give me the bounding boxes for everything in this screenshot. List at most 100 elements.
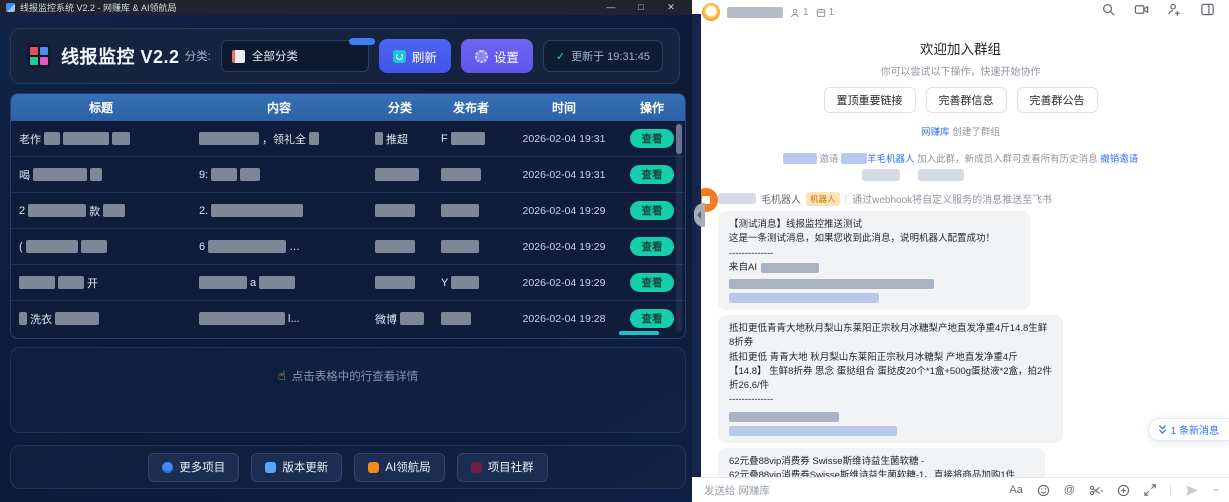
close-button[interactable]: ✕ bbox=[656, 0, 686, 15]
category-label: 分类: bbox=[185, 48, 211, 64]
bot-name-redacted bbox=[718, 193, 756, 204]
redacted-block bbox=[19, 276, 55, 289]
cell-category bbox=[367, 276, 433, 289]
redacted-block bbox=[441, 240, 479, 253]
emoji-icon[interactable] bbox=[1037, 484, 1050, 497]
font-style-icon[interactable]: Aa bbox=[1009, 484, 1022, 496]
view-button[interactable]: 查看 bbox=[630, 237, 674, 256]
maximize-button[interactable]: □ bbox=[626, 0, 656, 15]
send-options-caret[interactable] bbox=[1213, 489, 1219, 495]
more-panel-icon[interactable] bbox=[1200, 2, 1215, 17]
cell-content: ，领礼全 bbox=[191, 131, 367, 147]
creator-link[interactable]: 网赚库 bbox=[921, 127, 950, 138]
refresh-button[interactable]: 刷新 bbox=[379, 39, 451, 73]
cell-content: 2. bbox=[191, 204, 367, 217]
person-icon bbox=[790, 8, 800, 18]
column-action: 操作 bbox=[619, 99, 685, 116]
redacted-block bbox=[63, 132, 109, 145]
footer-button[interactable]: 版本更新 bbox=[251, 453, 342, 482]
message-list[interactable]: 欢迎加入群组 你可以尝试以下操作，快速开始协作 置顶重要链接 完善群信息 完善群… bbox=[692, 25, 1229, 477]
redacted-block bbox=[441, 168, 481, 181]
welcome-action-button[interactable]: 置顶重要链接 bbox=[824, 87, 916, 113]
footer-button[interactable]: 项目社群 bbox=[457, 453, 548, 482]
group-avatar[interactable] bbox=[702, 3, 720, 21]
table-row[interactable]: 开 a Y 2026-02-04 19:29 查看 bbox=[11, 264, 685, 300]
table-row[interactable]: 洗衣 l... 微博 2026-02-04 19:28 查看 bbox=[11, 300, 685, 336]
redacted-block bbox=[451, 132, 485, 145]
message-bubble[interactable]: 抵扣更低青青大地秋月梨山东莱阳正宗秋月冰糖梨产地直发净重4斤14.8生鲜8折券 … bbox=[718, 315, 1063, 443]
robot-icon bbox=[368, 462, 379, 473]
minimize-button[interactable]: — bbox=[596, 0, 626, 15]
titlebar: 线报监控系统 V2.2 - 网赚库 & AI领航局 — □ ✕ bbox=[0, 0, 692, 15]
view-button[interactable]: 查看 bbox=[630, 273, 674, 292]
search-icon[interactable] bbox=[1101, 2, 1116, 17]
cell-time: 2026-02-04 19:31 bbox=[509, 169, 619, 181]
redacted-link bbox=[729, 293, 879, 303]
view-button[interactable]: 查看 bbox=[630, 165, 674, 184]
column-content: 内容 bbox=[191, 99, 367, 116]
message-bubble[interactable]: 62元叠88vip消费券 Swisse斯维诗益生菌软糖 - 62元叠88vip消… bbox=[718, 448, 1045, 478]
expand-icon[interactable] bbox=[1144, 484, 1156, 496]
table-row[interactable]: 老作 ，领礼全 推超 F 2026-02-04 19:31 查看 bbox=[11, 121, 685, 156]
revoke-invite-link[interactable]: 撤销邀请 bbox=[1100, 154, 1138, 165]
redacted-block bbox=[90, 168, 102, 181]
cell-text: 开 bbox=[87, 275, 98, 291]
category-select[interactable]: 全部分类 bbox=[221, 40, 369, 72]
footer-button[interactable]: AI领航局 bbox=[354, 453, 444, 482]
cell-publisher bbox=[433, 204, 509, 217]
footer-button[interactable]: 更多项目 bbox=[148, 453, 239, 482]
cell-title: 老作 bbox=[11, 131, 191, 147]
cell-text: 2. bbox=[199, 205, 208, 217]
table-hscroll-thumb[interactable] bbox=[619, 331, 659, 335]
redacted-block bbox=[729, 412, 839, 422]
cell-text: F bbox=[441, 133, 448, 145]
settings-label: 设置 bbox=[494, 47, 519, 66]
welcome-action-button[interactable]: 完善群公告 bbox=[1017, 87, 1098, 113]
cell-content: a bbox=[191, 276, 367, 289]
view-button[interactable]: 查看 bbox=[630, 201, 674, 220]
welcome-title: 欢迎加入群组 bbox=[692, 38, 1229, 58]
sidebar-collapse-handle[interactable] bbox=[694, 203, 705, 227]
table-scrollbar-thumb[interactable] bbox=[676, 124, 682, 154]
cell-text: 款 bbox=[89, 203, 100, 219]
table-row[interactable]: 2款 2. 2026-02-04 19:29 查看 bbox=[11, 192, 685, 228]
refresh-icon bbox=[393, 50, 406, 63]
chat-window: 1 1 欢迎加入群组 你可以尝试以下操作，快速开始协作 置顶重要链接 完善群信息… bbox=[692, 0, 1229, 502]
cell-text: 老作 bbox=[19, 131, 41, 147]
cell-text: 微博 bbox=[375, 311, 397, 327]
column-time: 时间 bbox=[509, 99, 619, 116]
settings-button[interactable]: 设置 bbox=[461, 39, 533, 73]
attach-plus-icon[interactable] bbox=[1117, 484, 1130, 497]
cell-content: 6… bbox=[191, 240, 367, 253]
screenshot-scissors-icon[interactable] bbox=[1089, 484, 1103, 497]
table-scrollbar-track bbox=[676, 123, 682, 332]
redacted-block bbox=[259, 276, 295, 289]
bot-badge: 机器人 bbox=[806, 192, 840, 206]
footer-button-label: 项目社群 bbox=[488, 459, 534, 475]
cell-publisher bbox=[433, 240, 509, 253]
send-icon[interactable] bbox=[1185, 484, 1199, 497]
redacted-block bbox=[375, 168, 419, 181]
view-button[interactable]: 查看 bbox=[630, 129, 674, 148]
message-bubble[interactable]: 【测试消息】线报监控推送测试 这是一条测试消息，如果您收到此消息，说明机器人配置… bbox=[718, 211, 1030, 310]
table-header: 标题 内容 分类 发布者 时间 操作 bbox=[11, 94, 685, 121]
select-indicator bbox=[349, 38, 375, 45]
mention-icon[interactable]: @ bbox=[1064, 484, 1075, 496]
welcome-action-button[interactable]: 完善群信息 bbox=[926, 87, 1007, 113]
new-messages-pill[interactable]: 1 条新消息 bbox=[1148, 418, 1229, 441]
add-member-icon[interactable] bbox=[1167, 2, 1182, 17]
invitee-redacted bbox=[841, 153, 867, 164]
header-controls: 分类: 全部分类 刷新 设置 ✓ bbox=[185, 39, 663, 73]
member-count: 1 bbox=[790, 7, 809, 18]
group-name-redacted bbox=[727, 7, 783, 18]
view-button[interactable]: 查看 bbox=[630, 309, 674, 328]
invitee-link[interactable]: 羊毛机器人 bbox=[867, 154, 915, 165]
category-value: 全部分类 bbox=[252, 48, 298, 64]
table-row[interactable]: ( 6… 2026-02-04 19:29 查看 bbox=[11, 228, 685, 264]
bot-description: 通过webhook将自定义服务的消息推送至飞书 bbox=[852, 191, 1052, 206]
composer-toolbar: Aa @ bbox=[1009, 484, 1219, 497]
table-row[interactable]: 喝 9: 2026-02-04 19:31 查看 bbox=[11, 156, 685, 192]
composer[interactable]: 发送给 网赚库 Aa @ bbox=[692, 477, 1229, 502]
video-call-icon[interactable] bbox=[1134, 2, 1149, 17]
cell-text: ( bbox=[19, 241, 23, 253]
